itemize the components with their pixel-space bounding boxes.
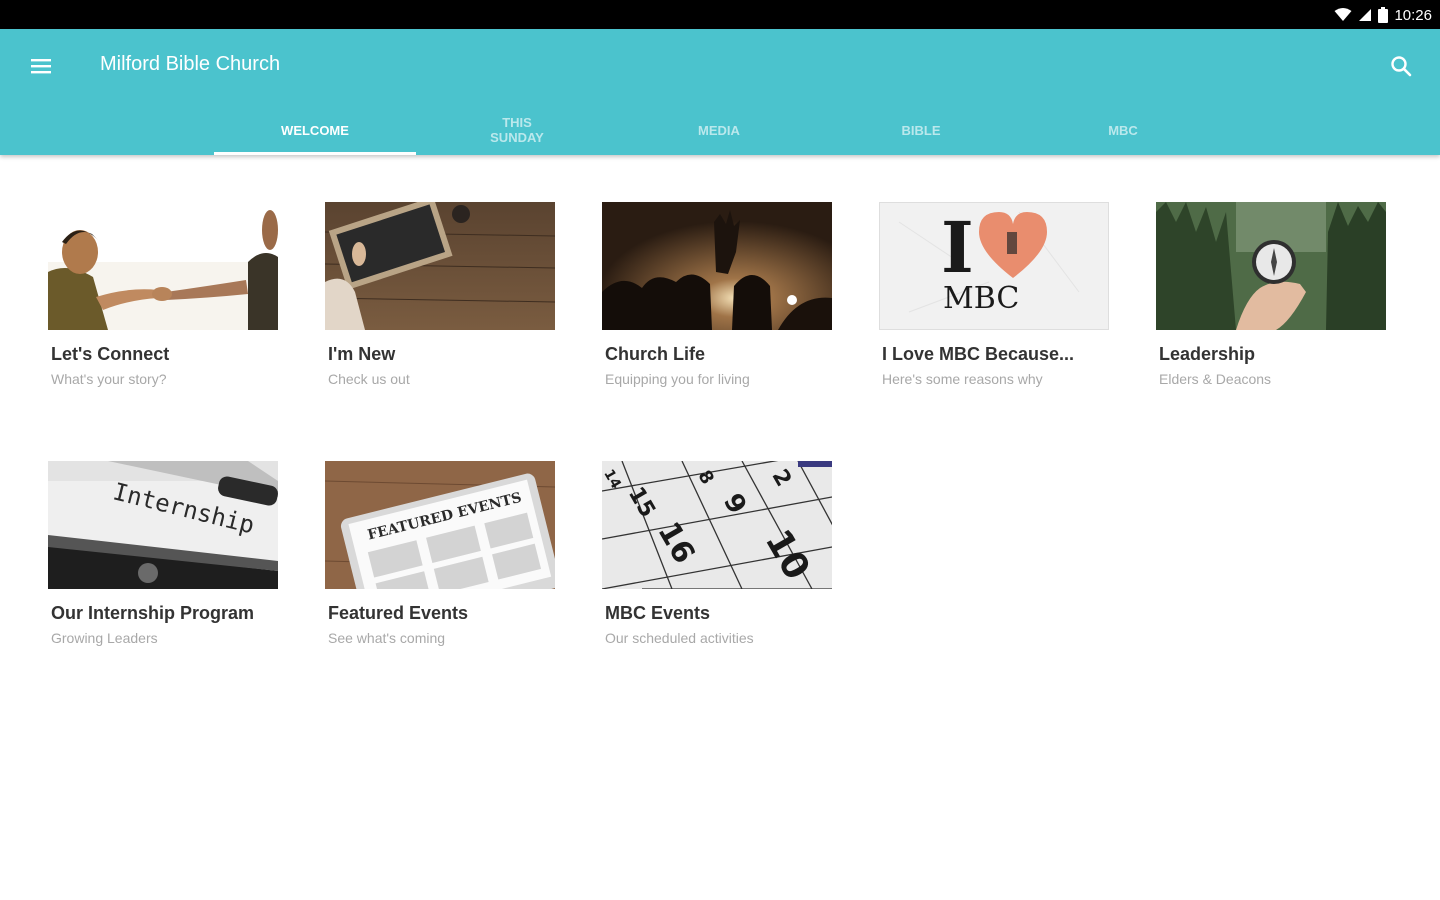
card-image-compass [1156,202,1386,330]
card-title: Leadership [1159,344,1256,364]
tab-label: MEDIA [698,122,740,138]
signal-icon [1359,9,1372,21]
tab-label: THIS SUNDAY [490,115,544,145]
search-icon [1391,56,1412,77]
card-image-handshake [48,202,278,330]
card-lets-connect[interactable]: Let's Connect What's your story? [48,202,278,402]
card-image-typewriter: Internship [48,461,278,589]
card-image-i-love-mbc: I MBC [879,202,1109,330]
card-i-love-mbc[interactable]: I MBC I Love MBC Because... Here's some … [879,202,1109,402]
card-image-worship [602,202,832,330]
status-icons: 10:26 [1334,5,1432,25]
status-bar: 10:26 [0,0,1440,29]
battery-icon [1378,7,1389,23]
wifi-icon [1334,8,1352,21]
card-title: MBC Events [605,603,711,623]
card-subtitle: Elders & Deacons [1159,371,1272,387]
card-subtitle: Our scheduled activities [605,630,754,646]
app-title: Milford Bible Church [100,53,281,75]
card-church-life[interactable]: Church Life Equipping you for living [602,202,832,402]
status-time: 10:26 [1394,6,1432,24]
card-subtitle: Check us out [328,371,410,387]
hamburger-menu-icon [31,59,51,74]
card-title: Church Life [605,344,706,364]
card-subtitle: Equipping you for living [605,371,750,387]
tab-label: MBC [1108,122,1138,138]
tab-label: BIBLE [901,122,941,138]
tab-media[interactable]: MEDIA [618,105,820,155]
card-title: Let's Connect [51,344,170,364]
card-im-new[interactable]: I'm New Check us out [325,202,555,402]
card-image-tablet: FEATURED EVENTS [325,461,555,589]
card-mbc-events[interactable]: 14 15 16 8 9 10 2 MBC Events Our schedul… [602,461,832,661]
image-text-mbc: MBC [943,281,1019,316]
tab-mbc[interactable]: MBC [1022,105,1224,155]
card-subtitle: Growing Leaders [51,630,158,646]
card-subtitle: See what's coming [328,630,446,646]
tab-this-sunday[interactable]: THIS SUNDAY [416,105,618,155]
card-title: Our Internship Program [51,603,255,623]
image-text-i: I [941,206,974,289]
card-internship[interactable]: Internship Our Internship Program Growin… [48,461,278,661]
card-subtitle: Here's some reasons why [882,371,1043,387]
card-featured-events[interactable]: FEATURED EVENTS Featured Events See what… [325,461,555,661]
tab-bible[interactable]: BIBLE [820,105,1022,155]
card-image-chalkboard [325,202,555,330]
search-button[interactable] [1384,49,1418,83]
tab-welcome[interactable]: WELCOME [214,105,416,155]
tab-label: WELCOME [281,122,349,138]
card-image-calendar: 14 15 16 8 9 10 2 [602,461,832,589]
card-subtitle: What's your story? [51,371,167,387]
card-title: I'm New [328,344,396,364]
menu-button[interactable] [24,49,58,83]
card-title: Featured Events [328,603,469,623]
tab-bar: WELCOME THIS SUNDAY MEDIA BIBLE MBC [214,105,1224,155]
app-bar: Milford Bible Church WELCOME THIS SUNDAY… [0,29,1440,155]
card-title: I Love MBC Because... [882,344,1075,364]
card-leadership[interactable]: Leadership Elders & Deacons [1156,202,1386,402]
